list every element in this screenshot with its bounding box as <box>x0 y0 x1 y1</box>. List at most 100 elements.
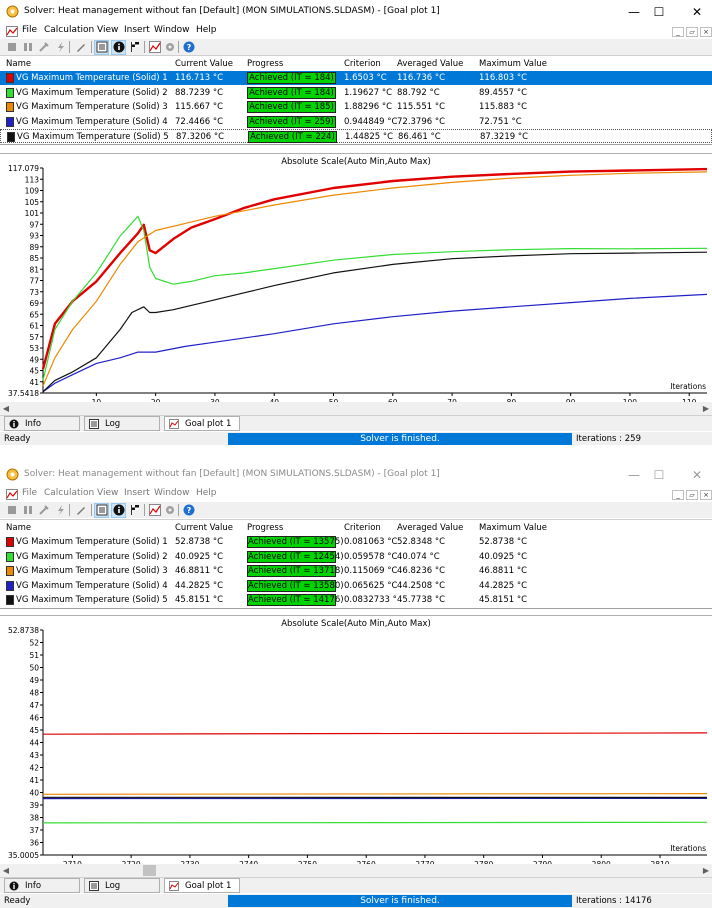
close-button[interactable]: ✕ <box>683 2 711 22</box>
table-row[interactable]: VG Maximum Temperature (Solid) 472.4466 … <box>0 115 712 129</box>
table-row[interactable]: VG Maximum Temperature (Solid) 152.8738 … <box>0 535 712 549</box>
column-header-averaged-value[interactable]: Averaged Value <box>397 523 463 533</box>
stop-button[interactable] <box>6 504 18 516</box>
table-row[interactable]: VG Maximum Temperature (Solid) 1116.713 … <box>0 71 712 85</box>
wrench-button[interactable] <box>38 504 50 516</box>
pause-button[interactable] <box>22 504 34 516</box>
column-header-current-value[interactable]: Current Value <box>175 523 233 533</box>
series-line-1 <box>43 169 707 369</box>
info-icon <box>113 504 125 516</box>
menu-file[interactable]: File <box>22 25 37 35</box>
tab-log[interactable]: Log <box>84 878 160 893</box>
progress-badge: Achieved (IT = 184) <box>247 72 336 84</box>
solver-progress-bar: Solver is finished. <box>228 433 572 445</box>
column-header-averaged-value[interactable]: Averaged Value <box>397 59 463 69</box>
column-header-name[interactable]: Name <box>6 59 31 69</box>
table-row[interactable]: VG Maximum Temperature (Solid) 3115.667 … <box>0 100 712 114</box>
lightning-button[interactable] <box>55 504 67 516</box>
column-header-criterion[interactable]: Criterion <box>344 523 381 533</box>
scroll-right-arrow[interactable]: ▶ <box>700 864 712 877</box>
horizontal-scrollbar[interactable]: ◀▶ <box>0 402 712 415</box>
menu-window[interactable]: Window <box>154 25 190 35</box>
y-tick-label: 101 <box>25 209 40 218</box>
column-header-name[interactable]: Name <box>6 523 31 533</box>
minimize-button[interactable]: — <box>620 2 648 22</box>
pause-button[interactable] <box>22 41 34 53</box>
column-header-progress[interactable]: Progress <box>247 59 283 69</box>
gear-button[interactable] <box>164 504 176 516</box>
tab-info[interactable]: Info <box>4 878 80 893</box>
minimize-button[interactable]: — <box>620 465 648 485</box>
y-tick-label: 49 <box>29 355 39 364</box>
mdi-minimize-button[interactable]: _ <box>672 27 684 37</box>
menu-window[interactable]: Window <box>154 488 190 498</box>
table-row[interactable]: VG Maximum Temperature (Solid) 288.7239 … <box>0 86 712 100</box>
column-header-maximum-value[interactable]: Maximum Value <box>479 523 547 533</box>
info-icon <box>9 419 19 429</box>
table-row[interactable]: VG Maximum Temperature (Solid) 587.3206 … <box>0 129 712 143</box>
cell-current: 40.0925 °C <box>175 552 223 562</box>
scroll-right-arrow[interactable]: ▶ <box>700 402 712 415</box>
lightning-icon <box>55 41 67 53</box>
table-row[interactable]: VG Maximum Temperature (Solid) 545.8151 … <box>0 593 712 607</box>
pen-button[interactable] <box>75 504 87 516</box>
mdi-restore-button[interactable]: ▱ <box>686 490 698 500</box>
tab-goal-plot-1[interactable]: Goal plot 1 <box>164 416 240 431</box>
info-button[interactable] <box>113 504 125 516</box>
list-button[interactable] <box>96 504 108 516</box>
table-row[interactable]: VG Maximum Temperature (Solid) 240.0925 … <box>0 550 712 564</box>
list-button[interactable] <box>96 41 108 53</box>
menu-insert[interactable]: Insert <box>124 25 150 35</box>
menu-file[interactable]: File <box>22 488 37 498</box>
gear-button[interactable] <box>164 41 176 53</box>
column-header-maximum-value[interactable]: Maximum Value <box>479 59 547 69</box>
menu-view[interactable]: View <box>97 25 118 35</box>
close-button[interactable]: ✕ <box>683 465 711 485</box>
pen-button[interactable] <box>75 41 87 53</box>
column-header-progress[interactable]: Progress <box>247 523 283 533</box>
table-row[interactable]: VG Maximum Temperature (Solid) 346.8811 … <box>0 564 712 578</box>
y-tick-label: 44 <box>29 739 39 748</box>
series-color-swatch <box>6 102 14 112</box>
tab-log[interactable]: Log <box>84 416 160 431</box>
progress-badge: Achieved (IT = 184) <box>247 87 336 99</box>
progress-badge: Achieved (IT = 13575) <box>247 536 336 548</box>
series-color-swatch <box>6 88 14 98</box>
scroll-left-arrow[interactable]: ◀ <box>0 402 12 415</box>
scroll-thumb[interactable] <box>143 865 156 876</box>
mdi-close-button[interactable]: × <box>700 27 712 37</box>
tab-goal-plot-1[interactable]: Goal plot 1 <box>164 878 240 893</box>
column-header-criterion[interactable]: Criterion <box>344 59 381 69</box>
info-button[interactable] <box>113 41 125 53</box>
cell-current: 88.7239 °C <box>175 88 223 98</box>
scroll-left-arrow[interactable]: ◀ <box>0 864 12 877</box>
scroll-thumb[interactable] <box>12 403 700 414</box>
x-axis-label: Iterations <box>670 844 706 853</box>
x-axis-label: Iterations <box>670 382 706 391</box>
horizontal-scrollbar[interactable]: ◀▶ <box>0 864 712 877</box>
lightning-button[interactable] <box>55 41 67 53</box>
help-button[interactable]: ? <box>183 504 195 516</box>
wrench-button[interactable] <box>38 41 50 53</box>
plot-button[interactable] <box>149 41 161 53</box>
menu-insert[interactable]: Insert <box>124 488 150 498</box>
flag-button[interactable] <box>129 41 141 53</box>
plot-button[interactable] <box>149 504 161 516</box>
solver-app-icon <box>6 468 19 481</box>
menu-calculation[interactable]: Calculation <box>44 488 94 498</box>
help-button[interactable]: ? <box>183 41 195 53</box>
stop-button[interactable] <box>6 41 18 53</box>
table-row[interactable]: VG Maximum Temperature (Solid) 444.2825 … <box>0 579 712 593</box>
menu-calculation[interactable]: Calculation <box>44 25 94 35</box>
menu-help[interactable]: Help <box>196 25 217 35</box>
menu-help[interactable]: Help <box>196 488 217 498</box>
maximize-button[interactable]: ☐ <box>645 2 673 22</box>
column-header-current-value[interactable]: Current Value <box>175 59 233 69</box>
maximize-button[interactable]: ☐ <box>645 465 673 485</box>
mdi-restore-button[interactable]: ▱ <box>686 27 698 37</box>
mdi-minimize-button[interactable]: _ <box>672 490 684 500</box>
mdi-close-button[interactable]: × <box>700 490 712 500</box>
flag-button[interactable] <box>129 504 141 516</box>
menu-view[interactable]: View <box>97 488 118 498</box>
tab-info[interactable]: Info <box>4 416 80 431</box>
